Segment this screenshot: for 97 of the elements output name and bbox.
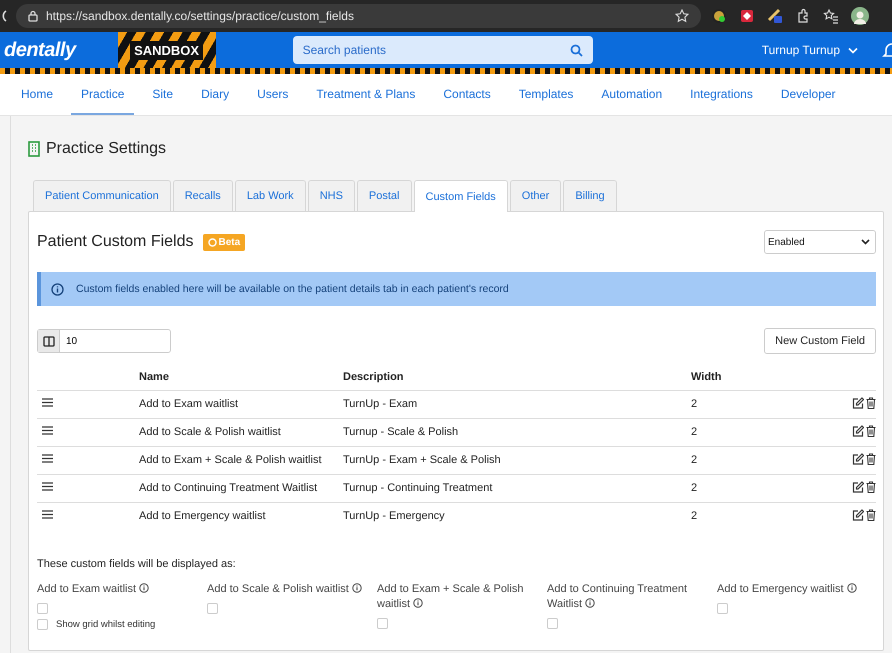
field-label: Add to Exam waitlist xyxy=(37,583,150,595)
info-icon xyxy=(352,583,362,593)
beta-badge: Beta xyxy=(202,234,246,250)
table-cell: TurnUp - Emergency xyxy=(343,502,691,530)
checkbox[interactable] xyxy=(207,603,218,614)
edit-icon[interactable] xyxy=(852,396,864,408)
star-icon[interactable] xyxy=(675,9,689,23)
nav-link[interactable]: Developer xyxy=(770,74,846,115)
table-cell: Add to Scale & Polish waitlist xyxy=(139,418,343,446)
edit-icon[interactable] xyxy=(852,480,864,492)
environment-badge: SANDBOX xyxy=(130,40,204,60)
building-icon xyxy=(28,141,40,157)
field-label: Add to Continuing Treatment Waitlist xyxy=(547,583,688,610)
user-menu[interactable]: Turnup Turnup xyxy=(756,42,864,58)
extension-icon[interactable] xyxy=(711,8,727,24)
field-label: Add to Scale & Polish waitlist xyxy=(207,583,362,595)
status-dropdown[interactable]: Enabled xyxy=(764,230,876,254)
checkbox[interactable] xyxy=(717,603,728,614)
tab[interactable]: Other xyxy=(510,180,562,211)
table-cell: TurnUp - Exam xyxy=(343,390,691,418)
tab[interactable]: Patient Communication xyxy=(33,180,171,211)
trash-icon[interactable] xyxy=(866,396,876,408)
table-cell: Add to Exam waitlist xyxy=(139,390,343,418)
checkbox[interactable] xyxy=(547,618,558,630)
column-header: Name xyxy=(139,364,343,390)
tab[interactable]: Recalls xyxy=(172,180,233,211)
info-icon xyxy=(846,583,857,593)
trash-icon[interactable] xyxy=(866,452,876,464)
checkbox[interactable] xyxy=(37,603,48,614)
page-title: Practice Settings xyxy=(46,140,166,158)
nav-link[interactable]: Site xyxy=(142,74,184,115)
table-cell: Add to Continuing Treatment Waitlist xyxy=(139,474,343,502)
nav-link[interactable]: Home xyxy=(11,74,64,115)
edit-icon[interactable] xyxy=(852,424,864,436)
tab[interactable]: NHS xyxy=(308,180,355,211)
nav-link[interactable]: Practice xyxy=(71,74,134,115)
columns-icon xyxy=(42,336,54,346)
tab[interactable]: Billing xyxy=(563,180,617,211)
table-cell: 2 xyxy=(691,502,791,530)
search-icon[interactable] xyxy=(570,44,583,56)
nav-link[interactable]: Integrations xyxy=(680,74,763,115)
circle-icon xyxy=(208,238,217,246)
edit-icon[interactable] xyxy=(852,508,864,521)
table-cell: Add to Emergency waitlist xyxy=(139,502,343,530)
table-cell: 2 xyxy=(691,418,791,446)
table-cell: Turnup - Continuing Treatment xyxy=(343,474,691,502)
nav-link[interactable]: Diary xyxy=(191,74,240,115)
table-cell: TurnUp - Exam + Scale & Polish xyxy=(343,446,691,474)
edit-icon[interactable] xyxy=(852,452,864,464)
extension-icon[interactable] xyxy=(739,8,755,24)
table-cell: 2 xyxy=(691,390,791,418)
tab[interactable]: Lab Work xyxy=(234,180,306,211)
tab[interactable]: Postal xyxy=(356,180,412,211)
info-icon xyxy=(51,282,64,296)
nav-link[interactable]: Contacts xyxy=(433,74,501,115)
info-icon xyxy=(413,598,424,608)
drag-handle-icon[interactable] xyxy=(42,454,53,463)
nav-link[interactable]: Treatment & Plans xyxy=(306,74,426,115)
nav-link[interactable]: Users xyxy=(247,74,298,115)
page-size-field[interactable]: 10 xyxy=(37,329,171,353)
chevron-icon xyxy=(861,239,870,245)
avatar-icon[interactable] xyxy=(851,7,869,25)
address-bar[interactable]: https://sandbox.dentally.co/settings/practice/custom_fields xyxy=(16,4,701,28)
alert-text: Custom fields enabled here will be available on the patient details tab in each patient's record xyxy=(76,283,509,295)
table-cell: Add to Exam + Scale & Polish waitlist xyxy=(139,446,343,474)
trash-icon[interactable] xyxy=(866,424,876,436)
trash-icon[interactable] xyxy=(866,508,876,521)
lock-icon xyxy=(28,10,38,22)
preview-heading: These custom fields will be displayed as: xyxy=(37,558,237,570)
checkbox-label: Show grid whilst editing xyxy=(56,619,156,630)
column-header: Width xyxy=(691,364,791,390)
table-cell: Turnup - Scale & Polish xyxy=(343,418,691,446)
favorites-icon[interactable] xyxy=(823,8,839,24)
checkbox[interactable] xyxy=(37,619,48,630)
extension-icon[interactable] xyxy=(767,8,783,24)
tab[interactable]: Custom Fields xyxy=(414,180,508,212)
drag-handle-icon[interactable] xyxy=(42,510,53,520)
nav-link[interactable]: Automation xyxy=(591,74,672,115)
new-custom-field-button[interactable]: New Custom Field xyxy=(764,328,876,354)
field-label: Add to Exam + Scale & Polish waitlist xyxy=(377,583,524,610)
caret-icon xyxy=(848,46,858,54)
drag-handle-icon[interactable] xyxy=(42,482,53,491)
section-title: Patient Custom Fields xyxy=(37,233,194,251)
info-icon xyxy=(139,583,150,593)
checkbox[interactable] xyxy=(377,618,388,630)
field-label: Add to Emergency waitlist xyxy=(717,583,857,595)
drag-handle-icon[interactable] xyxy=(42,426,53,435)
url-text: https://sandbox.dentally.co/settings/practice/custom_fields xyxy=(46,9,354,23)
search-field[interactable]: Search patients xyxy=(292,36,593,64)
trash-icon[interactable] xyxy=(866,480,876,492)
column-header: Description xyxy=(343,364,691,390)
logo-text[interactable]: dentally xyxy=(4,38,76,62)
info-icon xyxy=(585,598,596,608)
drag-handle-icon[interactable] xyxy=(42,398,53,407)
table-cell: 2 xyxy=(691,446,791,474)
nav-link[interactable]: Templates xyxy=(508,74,584,115)
table-cell: 2 xyxy=(691,474,791,502)
